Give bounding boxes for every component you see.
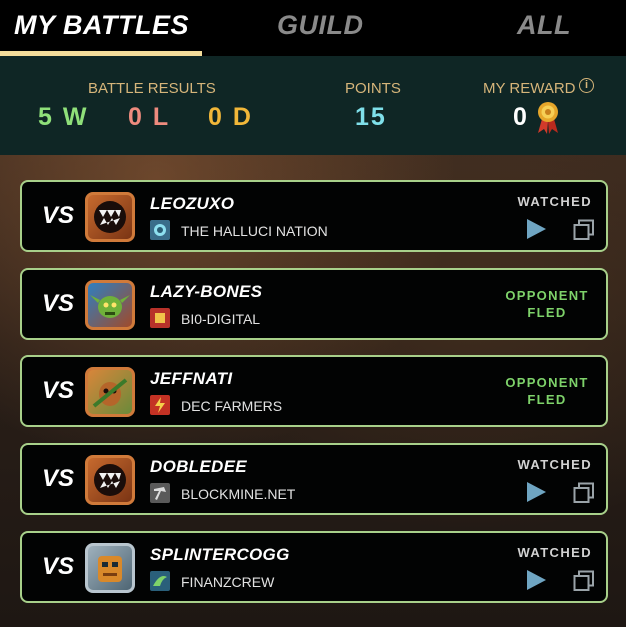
tab-my-battles[interactable]: MY BATTLES: [14, 0, 189, 56]
opponent-name[interactable]: JEFFNATI: [150, 369, 232, 389]
vs-label: VS: [42, 377, 75, 404]
status-watched: WATCHED: [517, 545, 592, 560]
guild-name[interactable]: BLOCKMINE.NET: [181, 486, 295, 502]
tab-guild[interactable]: GUILD: [277, 0, 364, 56]
guild-emblem-icon: [150, 395, 170, 415]
opponent-name[interactable]: DOBLEDEE: [150, 457, 247, 477]
vs-label: VS: [42, 202, 75, 229]
status-line-2: FLED: [527, 305, 567, 320]
monster-mouth-icon: [94, 464, 126, 496]
guild-name[interactable]: FINANZCREW: [181, 574, 274, 590]
status-line-1: OPPONENT: [505, 375, 589, 390]
guild-emblem-icon: [150, 220, 170, 240]
opponent-avatar: [85, 455, 135, 505]
battle-card[interactable]: VS SPLINTERCOGG FINANZCREW WATCHED: [20, 531, 608, 603]
creature-icon: [92, 378, 128, 408]
guild-emblem-icon: [150, 308, 170, 328]
play-icon[interactable]: [525, 481, 547, 503]
info-icon[interactable]: i: [579, 78, 594, 93]
status-line-2: FLED: [527, 392, 567, 407]
copy-icon[interactable]: [573, 219, 595, 241]
battle-summary: BATTLE RESULTS 5 W 0 L 0 D POINTS 15 MY …: [0, 56, 626, 155]
vs-label: VS: [42, 290, 75, 317]
medal-icon: [538, 102, 558, 134]
vs-label: VS: [42, 553, 75, 580]
guild-name[interactable]: THE HALLUCI NATION: [181, 223, 328, 239]
points-value: 15: [355, 103, 387, 131]
status-line-1: OPPONENT: [505, 288, 589, 303]
robot-icon: [98, 556, 122, 582]
opponent-avatar: [85, 280, 135, 330]
opponent-avatar: [85, 192, 135, 242]
guild-name[interactable]: DEC FARMERS: [181, 398, 282, 414]
draws-count: 0 D: [208, 103, 253, 131]
vs-label: VS: [42, 465, 75, 492]
losses-count: 0 L: [128, 103, 171, 131]
guild-emblem-icon: [150, 483, 170, 503]
battle-card[interactable]: VS LEOZUXO THE HALLUCI NATION WATCHED: [20, 180, 608, 252]
monster-mouth-icon: [94, 201, 126, 233]
guild-name[interactable]: BI0-DIGITAL: [181, 311, 260, 327]
status-watched: WATCHED: [517, 194, 592, 209]
battle-card[interactable]: VS JEFFNATI DEC FARMERS OPPONENT FLED: [20, 355, 608, 427]
battle-results-label: BATTLE RESULTS: [88, 80, 216, 97]
points-label: POINTS: [345, 80, 401, 97]
reward-value: 0: [513, 103, 529, 131]
opponent-avatar: [85, 543, 135, 593]
battle-card[interactable]: VS LAZY-BONES BI0-DIGITAL OPPONENT FLED: [20, 268, 608, 340]
goblin-icon: [90, 295, 130, 318]
opponent-name[interactable]: SPLINTERCOGG: [150, 545, 290, 565]
play-icon[interactable]: [525, 569, 547, 591]
status-opponent-fled: OPPONENT FLED: [502, 374, 592, 408]
status-watched: WATCHED: [517, 457, 592, 472]
reward-label: MY REWARD: [483, 80, 576, 97]
opponent-name[interactable]: LEOZUXO: [150, 194, 234, 214]
battle-card[interactable]: VS DOBLEDEE BLOCKMINE.NET WATCHED: [20, 443, 608, 515]
wins-count: 5 W: [38, 103, 89, 131]
opponent-name[interactable]: LAZY-BONES: [150, 282, 262, 302]
opponent-avatar: [85, 367, 135, 417]
copy-icon[interactable]: [573, 570, 595, 592]
play-icon[interactable]: [525, 218, 547, 240]
tab-bar: MY BATTLES GUILD ALL: [0, 0, 626, 56]
status-opponent-fled: OPPONENT FLED: [502, 287, 592, 321]
copy-icon[interactable]: [573, 482, 595, 504]
tab-all[interactable]: ALL: [517, 0, 571, 56]
guild-emblem-icon: [150, 571, 170, 591]
